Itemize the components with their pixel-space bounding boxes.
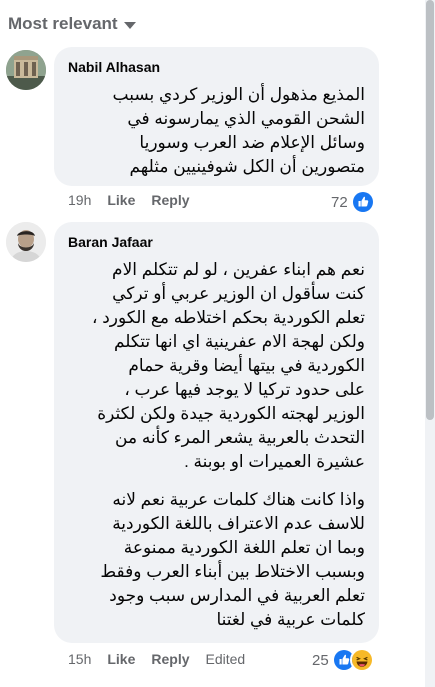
comment-line: متصورين أن الكل شوفينيين مثلهم: [129, 157, 365, 176]
comment-line: وسائل الإعلام ضد العرب وسوريا: [139, 133, 365, 152]
comment-text: المذيع مذهول أن الوزير كردي بسبب الشحن ال…: [113, 83, 365, 179]
comment-line: الشحن القومي الذي يمارسونه في: [127, 109, 365, 128]
reaction-count: 72: [331, 193, 348, 211]
comment-line: عشيرة العميرات او بوبنة .: [184, 452, 365, 471]
comment-line: كنت سأقول ان الوزير عربي أو تركي: [112, 284, 365, 303]
comment-line: نعم هم ابناء عفرين ، لو لم تتكلم الام: [112, 260, 365, 279]
comment-author[interactable]: Nabil Alhasan: [68, 59, 160, 75]
comment-line: الوزير لهجته الكوردية جيدة ولكن لكثرة: [97, 404, 365, 423]
comment-actions: 15h Like Reply Edited: [68, 651, 245, 667]
avatar[interactable]: [6, 222, 46, 262]
like-button[interactable]: Like: [107, 651, 135, 667]
comment-time[interactable]: 19h: [68, 192, 91, 208]
comment-line: وبسبب الاختلاط بين أبناء العرب وفقط: [100, 562, 365, 581]
comment-line: التحدث بالعربية يشعر المرء كأنه من: [115, 428, 365, 447]
like-button[interactable]: Like: [107, 192, 135, 208]
comment-line: كلمات عربية في لغتنا: [216, 610, 365, 629]
reply-button[interactable]: Reply: [151, 192, 189, 208]
reply-button[interactable]: Reply: [151, 651, 189, 667]
comment-text: نعم هم ابناء عفرين ، لو لم تتكلم الام كنت…: [92, 258, 365, 632]
comment-author[interactable]: Baran Jafaar: [68, 234, 153, 250]
comment-bubble: Nabil Alhasan المذيع مذهول أن الوزير كرد…: [54, 47, 379, 186]
comment-line: تعلم العربية في المدارس سبب وجود: [109, 586, 365, 605]
sort-dropdown[interactable]: Most relevant: [8, 14, 136, 34]
comment-actions: 19h Like Reply: [68, 192, 190, 208]
comment-bubble: Baran Jafaar نعم هم ابناء عفرين ، لو لم …: [54, 222, 379, 643]
comment-line: المذيع مذهول أن الوزير كردي بسبب: [112, 85, 365, 104]
reaction-summary[interactable]: 25: [312, 648, 374, 672]
comment-paragraph: المذيع مذهول أن الوزير كردي بسبب الشحن ال…: [113, 83, 365, 179]
haha-icon: [349, 648, 374, 672]
comment-line: وبما ان تعلم اللغة الكوردية ممنوعة: [123, 538, 365, 557]
comment-line: ولكن لهجة الام عفرينية اي انها تتكلم: [113, 332, 365, 351]
like-icon: [350, 190, 375, 214]
comment-line: على حدود تركيا لا يوجد فيها عرب ،: [124, 380, 365, 399]
comment-paragraph: نعم هم ابناء عفرين ، لو لم تتكلم الام كنت…: [92, 258, 365, 474]
comments-panel: Most relevant Nabil Alhasan المذيع مذهول…: [0, 0, 435, 687]
comment-line: تعلم الكوردية بحكم اختلاطه مع الكورد ،: [92, 308, 365, 327]
avatar[interactable]: [6, 50, 46, 90]
comment-line: واذا كانت هناك كلمات عربية نعم لانه: [112, 490, 365, 509]
reaction-summary[interactable]: 72: [331, 190, 375, 214]
scrollbar-thumb[interactable]: [426, 0, 434, 420]
sort-label: Most relevant: [8, 14, 118, 33]
comment-line: للاسف عدم الاعتراف باللغة الكوردية: [112, 514, 365, 533]
reaction-count: 25: [312, 651, 329, 669]
comment-line: الكوردية في بيتها أيضا وقرية حمام: [128, 356, 365, 375]
caret-down-icon: [123, 22, 136, 29]
comment-time[interactable]: 15h: [68, 651, 91, 667]
scrollbar-track[interactable]: [425, 0, 435, 687]
edited-label[interactable]: Edited: [206, 651, 246, 667]
comment-paragraph: واذا كانت هناك كلمات عربية نعم لانه للاسف…: [92, 488, 365, 632]
